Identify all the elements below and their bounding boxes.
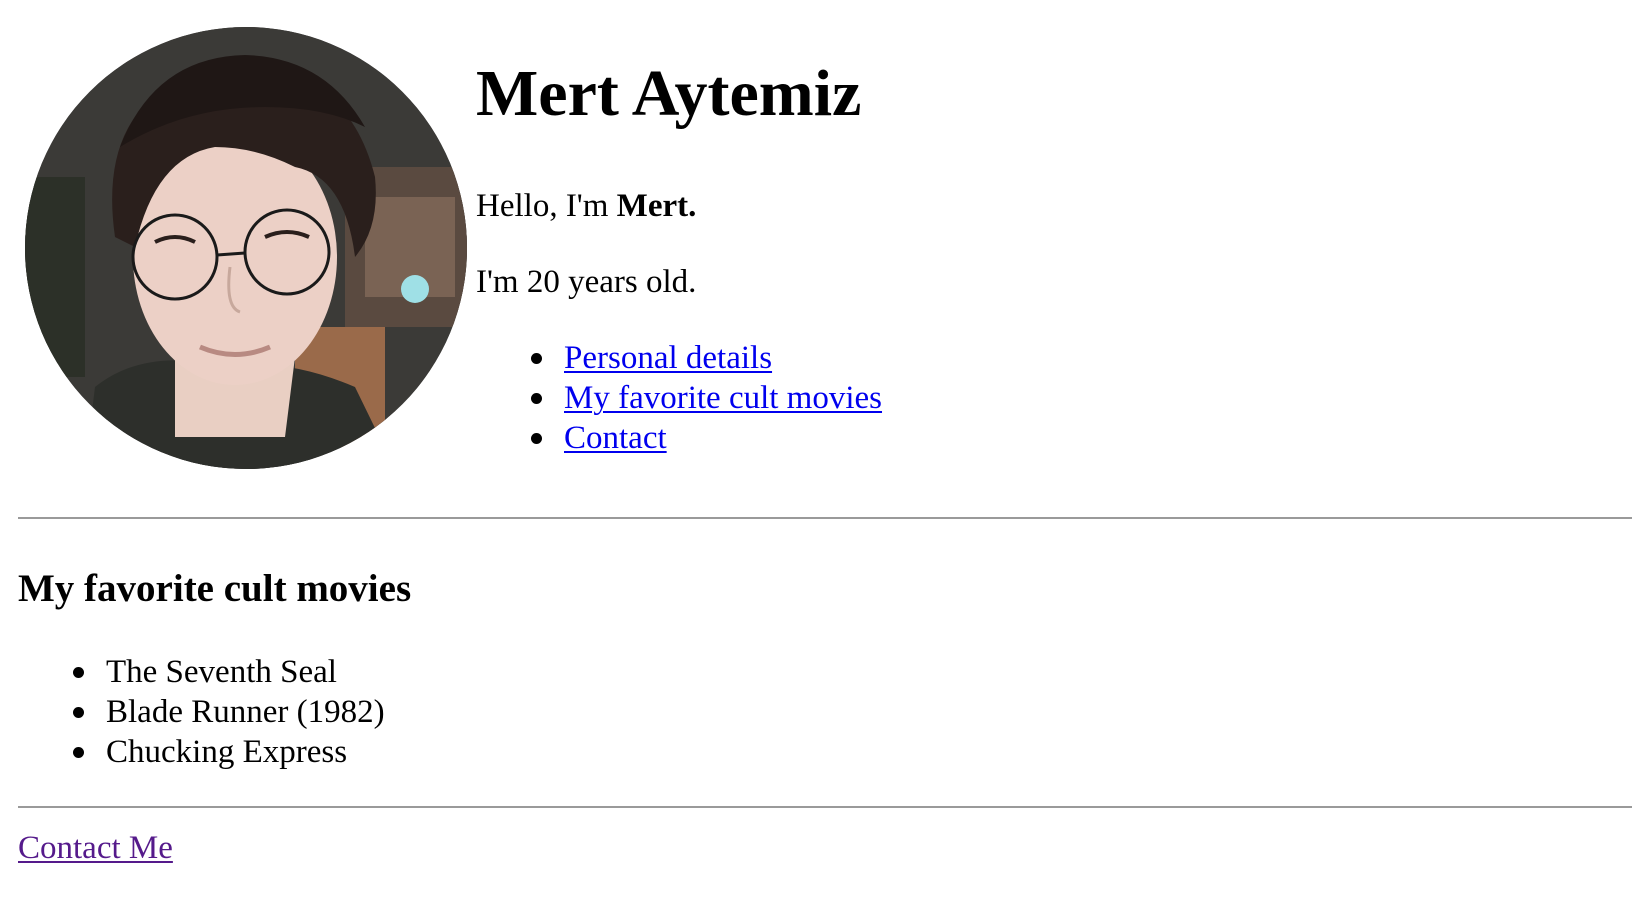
contact-me-link[interactable]: Contact Me — [18, 829, 173, 869]
movie-title: Chucking Express — [106, 734, 348, 770]
nav-list-item: My favorite cult movies — [531, 378, 882, 418]
bullet-icon — [531, 393, 542, 404]
nav-link-favorite-movies[interactable]: My favorite cult movies — [564, 380, 882, 416]
page: Mert Aytemiz Hello, I'm Mert. I'm 20 yea… — [0, 0, 1632, 918]
divider — [18, 806, 1632, 808]
movie-list-item: Blade Runner (1982) — [73, 692, 385, 732]
nav-list-item: Contact — [531, 418, 882, 458]
movie-title: Blade Runner (1982) — [106, 694, 385, 730]
profile-photo — [25, 27, 467, 469]
profile-photo-illustration — [25, 27, 467, 469]
movie-list-item: Chucking Express — [73, 732, 385, 772]
age-text: I'm 20 years old. — [476, 264, 697, 300]
nav-list-item: Personal details — [531, 338, 882, 378]
movie-title: The Seventh Seal — [106, 654, 337, 690]
bullet-icon — [73, 667, 84, 678]
bullet-icon — [73, 707, 84, 718]
movie-list: The Seventh Seal Blade Runner (1982) Chu… — [73, 652, 385, 772]
bullet-icon — [531, 353, 542, 364]
bullet-icon — [73, 747, 84, 758]
page-title: Mert Aytemiz — [476, 57, 862, 130]
greeting-text: Hello, I'm Mert. — [476, 187, 696, 227]
greeting-prefix: Hello, I'm — [476, 188, 617, 224]
movie-list-item: The Seventh Seal — [73, 652, 385, 692]
movies-section-heading: My favorite cult movies — [18, 567, 412, 610]
divider — [18, 517, 1632, 519]
nav-link-contact[interactable]: Contact — [564, 420, 667, 456]
bullet-icon — [531, 433, 542, 444]
nav-link-personal-details[interactable]: Personal details — [564, 340, 772, 376]
greeting-name: Mert. — [616, 188, 697, 224]
nav-list: Personal details My favorite cult movies… — [531, 338, 882, 458]
